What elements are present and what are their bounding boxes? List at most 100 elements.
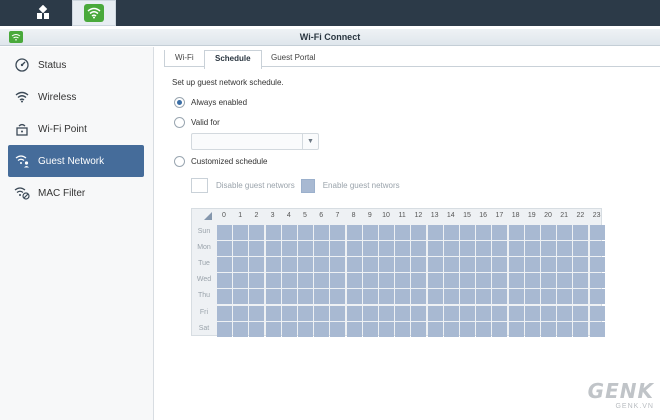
hour-header[interactable]: 4 (281, 212, 297, 219)
schedule-cell[interactable] (492, 241, 508, 257)
schedule-cell[interactable] (476, 289, 492, 305)
schedule-cell[interactable] (411, 257, 427, 273)
schedule-cell[interactable] (443, 257, 459, 273)
schedule-cell[interactable] (265, 305, 281, 321)
schedule-cell[interactable] (249, 273, 265, 289)
schedule-cell[interactable] (460, 305, 475, 321)
schedule-cell[interactable] (427, 289, 443, 305)
hour-header[interactable]: 7 (329, 212, 345, 219)
day-header[interactable]: Tue (194, 260, 214, 267)
schedule-cell[interactable] (395, 241, 411, 257)
schedule-cell[interactable] (492, 289, 508, 305)
schedule-cell[interactable] (508, 321, 524, 337)
schedule-cell[interactable] (573, 321, 589, 337)
schedule-cell[interactable] (298, 273, 313, 289)
schedule-cell[interactable] (411, 241, 427, 257)
schedule-cell[interactable] (362, 241, 378, 257)
schedule-cell[interactable] (346, 321, 362, 337)
schedule-cell[interactable] (314, 321, 330, 337)
schedule-cell[interactable] (411, 289, 427, 305)
schedule-cell[interactable] (395, 289, 411, 305)
schedule-cell[interactable] (524, 257, 540, 273)
schedule-cell[interactable] (492, 321, 508, 337)
hour-header[interactable]: 23 (589, 212, 605, 219)
schedule-cell[interactable] (427, 225, 443, 240)
schedule-cell[interactable] (265, 321, 281, 337)
schedule-cell[interactable] (281, 257, 297, 273)
schedule-cell[interactable] (476, 241, 492, 257)
schedule-cell[interactable] (557, 241, 573, 257)
schedule-cell[interactable] (298, 321, 313, 337)
schedule-cell[interactable] (233, 289, 249, 305)
schedule-cell[interactable] (573, 305, 589, 321)
schedule-cell[interactable] (346, 305, 362, 321)
hour-header[interactable]: 11 (394, 212, 410, 219)
hour-header[interactable]: 18 (508, 212, 524, 219)
hour-header[interactable]: 19 (524, 212, 540, 219)
schedule-cell[interactable] (443, 241, 459, 257)
schedule-cell[interactable] (460, 257, 475, 273)
hour-header[interactable]: 1 (232, 212, 248, 219)
hour-header[interactable]: 22 (572, 212, 588, 219)
hour-header[interactable]: 9 (362, 212, 378, 219)
schedule-cell[interactable] (524, 225, 540, 240)
schedule-cell[interactable] (557, 225, 573, 240)
schedule-cell[interactable] (249, 321, 265, 337)
tab-guest-portal[interactable]: Guest Portal (261, 50, 325, 67)
schedule-cell[interactable] (314, 241, 330, 257)
schedule-cell[interactable] (265, 257, 281, 273)
schedule-cell[interactable] (330, 305, 346, 321)
hour-header[interactable]: 3 (265, 212, 281, 219)
valid-duration-select[interactable]: ▼ (191, 133, 319, 150)
day-header[interactable]: Sun (194, 228, 214, 235)
schedule-cell[interactable] (573, 289, 589, 305)
schedule-cell[interactable] (541, 289, 556, 305)
schedule-cell[interactable] (589, 305, 605, 321)
schedule-cell[interactable] (411, 225, 427, 240)
schedule-cell[interactable] (249, 305, 265, 321)
schedule-cell[interactable] (541, 241, 556, 257)
valid-for-radio[interactable] (174, 117, 185, 128)
schedule-cell[interactable] (233, 241, 249, 257)
schedule-cell[interactable] (411, 273, 427, 289)
schedule-cell[interactable] (362, 225, 378, 240)
schedule-cell[interactable] (249, 257, 265, 273)
hour-header[interactable]: 8 (346, 212, 362, 219)
schedule-cell[interactable] (281, 273, 297, 289)
schedule-cell[interactable] (265, 289, 281, 305)
schedule-cell[interactable] (508, 257, 524, 273)
schedule-cell[interactable] (541, 305, 556, 321)
schedule-cell[interactable] (411, 321, 427, 337)
hour-header[interactable]: 12 (410, 212, 426, 219)
schedule-cell[interactable] (557, 305, 573, 321)
schedule-cell[interactable] (233, 257, 249, 273)
schedule-cell[interactable] (508, 289, 524, 305)
tab-schedule[interactable]: Schedule (204, 50, 262, 69)
schedule-cell[interactable] (330, 273, 346, 289)
schedule-cell[interactable] (427, 257, 443, 273)
option-always-enabled[interactable]: Always enabled (174, 97, 247, 108)
schedule-cell[interactable] (233, 321, 249, 337)
schedule-cell[interactable] (443, 305, 459, 321)
schedule-cell[interactable] (265, 241, 281, 257)
schedule-cell[interactable] (557, 273, 573, 289)
schedule-grid[interactable]: 0 1 2 3 4 5 6 7 8 9 10 11 12 13 14 15 16 17 18 19 20 21 22 23 Su… (191, 208, 605, 337)
hour-header[interactable]: 0 (216, 212, 232, 219)
schedule-cell[interactable] (573, 241, 589, 257)
schedule-cell[interactable] (249, 225, 265, 240)
day-header[interactable]: Wed (194, 276, 214, 283)
schedule-cell[interactable] (265, 225, 281, 240)
hour-header[interactable]: 20 (540, 212, 556, 219)
hour-header[interactable]: 17 (491, 212, 507, 219)
schedule-cell[interactable] (395, 225, 411, 240)
schedule-cell[interactable] (314, 305, 330, 321)
sidebar-item-mac-filter[interactable]: MAC Filter (8, 178, 144, 208)
schedule-cell[interactable] (508, 305, 524, 321)
schedule-cell[interactable] (217, 289, 232, 305)
schedule-cell[interactable] (379, 273, 394, 289)
schedule-cell[interactable] (395, 273, 411, 289)
sidebar-item-wireless[interactable]: Wireless (8, 82, 144, 112)
schedule-cell[interactable] (362, 257, 378, 273)
schedule-cell[interactable] (379, 305, 394, 321)
schedule-cell[interactable] (298, 257, 313, 273)
